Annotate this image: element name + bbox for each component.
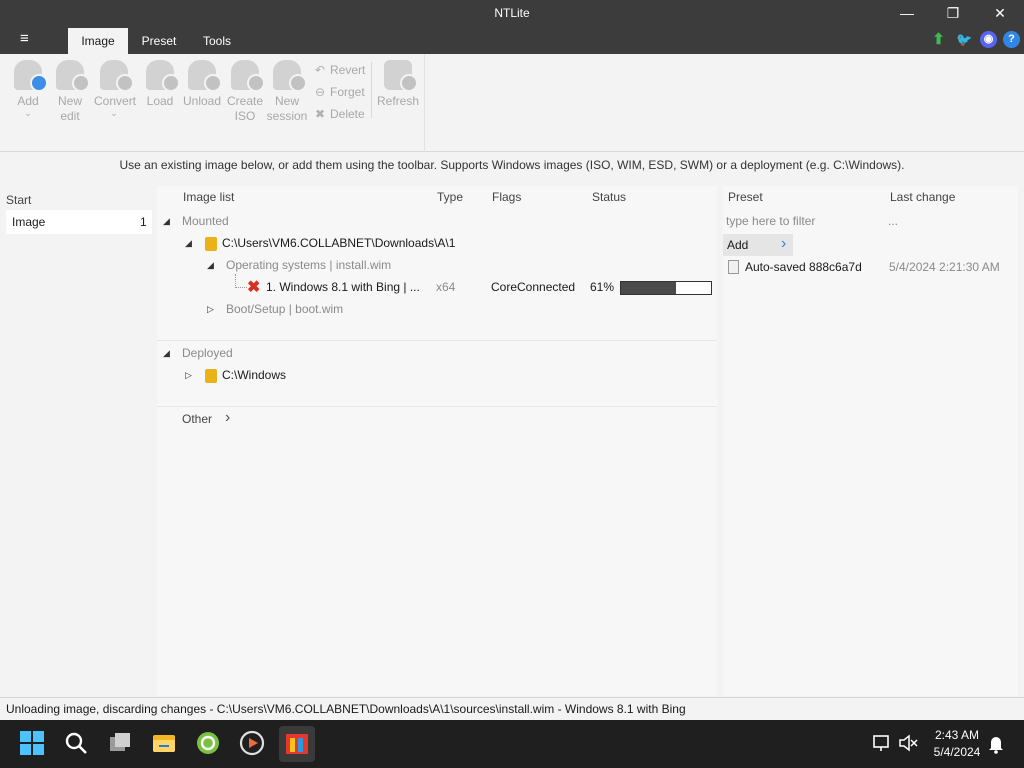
task-view-icon[interactable] (107, 730, 135, 758)
forget-icon: ⊖ (314, 85, 326, 99)
group-mounted[interactable]: ◢ Mounted (157, 210, 717, 232)
create-iso-icon (231, 60, 265, 92)
column-last-change[interactable]: Last change (890, 190, 955, 204)
sidebar-item-image[interactable]: Image 1 (6, 210, 152, 234)
image-entry-row[interactable]: ✖ 1. Windows 8.1 with Bing | ... x64 Cor… (157, 276, 717, 298)
expand-triangle-icon[interactable]: ▷ (207, 304, 214, 315)
ribbon-divider (371, 62, 372, 118)
window-title: NTLite (494, 6, 530, 20)
load-button[interactable]: Load (140, 60, 180, 109)
create-iso-button[interactable]: Create ISO (225, 60, 265, 124)
tab-tools[interactable]: Tools (192, 28, 242, 54)
image-list: Image list Type Flags Status ◢ Mounted ◢… (157, 186, 717, 696)
sidebar: Start Image 1 (0, 186, 156, 696)
hint-text: Use an existing image below, or add them… (119, 158, 905, 172)
convert-button[interactable]: Convert ⌄ (94, 60, 136, 118)
revert-button[interactable]: ↶ Revert (312, 61, 365, 79)
help-icon[interactable]: ? (1003, 31, 1020, 48)
column-status[interactable]: Status (592, 190, 626, 204)
group-other[interactable]: Other › (157, 408, 717, 430)
ribbon-toolbar: Add ⌄ New edit Convert ⌄ Load Unload Cre… (0, 54, 1024, 152)
unload-icon (188, 60, 222, 92)
refresh-button[interactable]: Refresh (376, 60, 420, 109)
folder-icon (205, 369, 217, 383)
progress-bar-fill (621, 282, 676, 294)
error-x-icon: ✖ (247, 279, 261, 296)
column-preset[interactable]: Preset (728, 190, 763, 204)
clock-date[interactable]: 5/4/2024 (922, 745, 992, 759)
os-group-row[interactable]: ◢ Operating systems | install.wim (157, 254, 717, 276)
windows-start-icon[interactable] (19, 730, 47, 758)
expand-triangle-icon[interactable]: ▷ (185, 370, 192, 381)
title-bar: NTLite — ❐ ✕ ≡ Image Preset Tools ⬆ 🐦 ◉ … (0, 0, 1024, 54)
unload-button[interactable]: Unload (182, 60, 222, 109)
close-button[interactable]: ✕ (977, 0, 1023, 26)
clock-time[interactable]: 2:43 AM (922, 728, 992, 742)
forget-button[interactable]: ⊖ Forget (312, 83, 365, 101)
restore-button[interactable]: ❐ (930, 0, 976, 26)
group-deployed[interactable]: ◢ Deployed (157, 342, 717, 364)
preset-filter-input[interactable]: type here to filter (726, 214, 815, 228)
progress-bar (620, 281, 712, 295)
column-flags[interactable]: Flags (492, 190, 521, 204)
preset-panel: Preset Last change type here to filter .… (723, 186, 1018, 696)
load-icon (146, 60, 180, 92)
boot-group-row[interactable]: ▷ Boot/Setup | boot.wim (157, 298, 717, 320)
add-button[interactable]: Add ⌄ (8, 60, 48, 118)
ribbon-group-divider (424, 54, 425, 152)
preset-filter-row[interactable]: type here to filter ... (723, 210, 1018, 232)
preset-row[interactable]: Auto-saved 888c6a7d 5/4/2024 2:21:30 AM (723, 256, 1018, 278)
taskbar: 2:43 AM 5/4/2024 (0, 720, 1024, 768)
column-type[interactable]: Type (437, 190, 463, 204)
refresh-icon (384, 60, 418, 92)
new-edit-icon (56, 60, 90, 92)
sidebar-item-label: Image (12, 215, 46, 229)
new-session-icon (273, 60, 307, 92)
search-icon[interactable] (63, 730, 91, 758)
collapse-triangle-icon[interactable]: ◢ (163, 216, 170, 227)
tab-preset[interactable]: Preset (134, 28, 184, 54)
add-preset-button[interactable]: Add › (723, 234, 793, 256)
status-text: Unloading image, discarding changes - C:… (6, 702, 686, 716)
tab-image[interactable]: Image (68, 28, 128, 54)
delete-button[interactable]: ✖ Delete (312, 105, 365, 123)
chevron-right-icon[interactable]: › (225, 409, 230, 427)
twitter-icon[interactable]: 🐦 (956, 31, 973, 48)
notification-bell-icon[interactable] (986, 730, 1008, 758)
convert-icon (100, 60, 134, 92)
ntlite-taskbar-button[interactable] (279, 726, 315, 762)
sidebar-heading: Start (6, 193, 32, 207)
hamburger-menu-icon[interactable]: ≡ (20, 30, 29, 47)
chevron-right-icon: › (781, 235, 787, 252)
app-green-icon[interactable] (195, 730, 223, 758)
list-divider (157, 340, 717, 341)
minimize-button[interactable]: — (884, 0, 930, 26)
list-divider (157, 406, 717, 407)
collapse-triangle-icon[interactable]: ◢ (163, 348, 170, 359)
ntlite-icon (286, 734, 308, 754)
media-player-icon[interactable] (239, 730, 267, 758)
network-icon[interactable] (871, 730, 893, 758)
collapse-triangle-icon[interactable]: ◢ (207, 260, 214, 271)
add-image-icon (14, 60, 48, 92)
sidebar-item-count: 1 (140, 215, 147, 229)
delete-icon: ✖ (314, 107, 326, 121)
volume-muted-icon[interactable] (897, 730, 919, 758)
collapse-triangle-icon[interactable]: ◢ (185, 238, 192, 249)
file-explorer-icon[interactable] (151, 730, 179, 758)
filter-ellipsis[interactable]: ... (888, 214, 898, 228)
update-arrow-icon[interactable]: ⬆ (930, 31, 947, 48)
discord-icon[interactable]: ◉ (980, 31, 997, 48)
deployed-folder-row[interactable]: ▷ C:\Windows (157, 364, 717, 386)
status-bar: Unloading image, discarding changes - C:… (0, 697, 1024, 720)
new-session-button[interactable]: New session (266, 60, 308, 124)
revert-icon: ↶ (314, 63, 326, 77)
mounted-folder-row[interactable]: ◢ C:\Users\VM6.COLLABNET\Downloads\A\1 (157, 232, 717, 254)
document-icon (728, 260, 739, 274)
new-edit-button[interactable]: New edit (50, 60, 90, 124)
folder-icon (205, 237, 217, 251)
column-image-list[interactable]: Image list (183, 190, 234, 204)
